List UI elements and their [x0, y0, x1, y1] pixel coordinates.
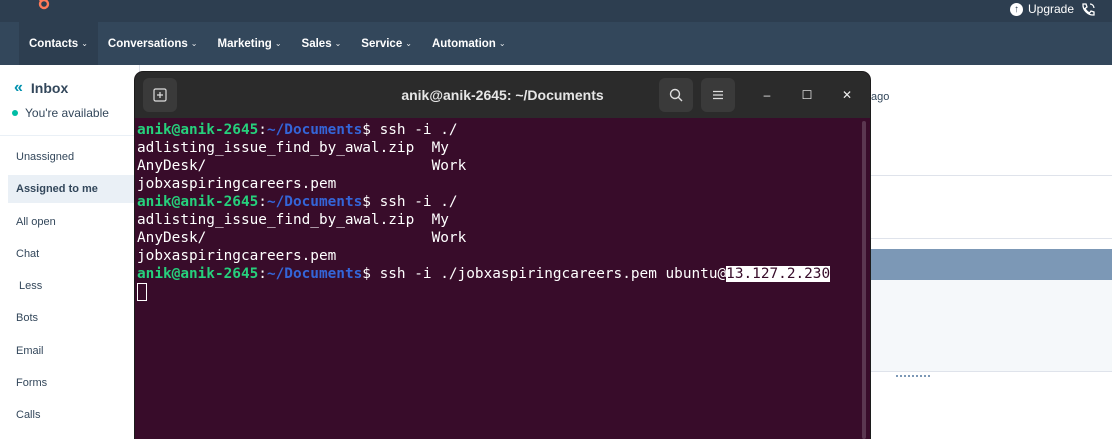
conversation-panel [871, 280, 1112, 372]
upgrade-arrow-icon: ↑ [1010, 2, 1023, 16]
sidebar-item-forms[interactable]: Forms [16, 377, 47, 389]
terminal-line [137, 283, 862, 301]
minimize-button[interactable]: – [757, 85, 777, 105]
availability-status[interactable]: You're available [12, 106, 109, 120]
sidebar-item-chat[interactable]: Chat [16, 248, 39, 260]
terminal-line: jobxaspiringcareers.pem [137, 248, 337, 264]
sidebar-item-bots[interactable]: Bots [16, 312, 38, 324]
minimize-icon: – [763, 88, 771, 102]
sidebar-item-less[interactable]: Less [19, 280, 42, 292]
chevron-down-icon: ⌄ [334, 39, 342, 48]
inbox-title: Inbox [30, 80, 69, 96]
search-button[interactable] [659, 78, 693, 112]
text-cursor [137, 283, 147, 301]
new-tab-icon [153, 88, 167, 102]
nav-conversations[interactable]: Conversations ⌄ [98, 22, 208, 65]
chevron-down-icon: ⌄ [405, 39, 412, 48]
nav-label: Automation [431, 37, 496, 50]
selected-conversation-row[interactable] [871, 249, 1112, 280]
hubspot-logo-icon[interactable] [34, 0, 54, 14]
selected-ip-text: 13.127.2.230 [726, 266, 831, 282]
divider [871, 238, 1112, 239]
terminal-line: AnyDesk/ Work [137, 230, 467, 246]
chevron-down-icon: ⌄ [498, 39, 506, 48]
nav-service[interactable]: Service ⌄ [351, 22, 422, 65]
upgrade-label: Upgrade [1028, 2, 1075, 16]
nav-label: Marketing [217, 37, 272, 50]
nav-label: Sales [301, 37, 332, 50]
sidebar-item-calls[interactable]: Calls [16, 409, 40, 421]
nav-label: Contacts [29, 37, 79, 50]
maximize-button[interactable]: ☐ [797, 85, 817, 105]
status-dot-icon [12, 110, 18, 116]
terminal-line: adlisting_issue_find_by_awal.zip My [137, 140, 449, 156]
phone-icon[interactable] [1080, 2, 1096, 18]
upgrade-button[interactable]: ↑ Upgrade [1010, 2, 1074, 16]
terminal-line: jobxaspiringcareers.pem [137, 176, 337, 192]
terminal-line: anik@anik-2645:~/Documents$ ssh -i ./job… [137, 266, 831, 282]
terminal-line: anik@anik-2645:~/Documents$ ssh -i ./ [137, 122, 458, 138]
terminal-output[interactable]: anik@anik-2645:~/Documents$ ssh -i ./ adl… [137, 121, 862, 301]
nav-automation[interactable]: Automation ⌄ [422, 22, 516, 65]
terminal-scrollbar[interactable] [862, 121, 866, 439]
collapse-sidebar-icon[interactable]: « [14, 79, 23, 97]
sidebar-item-unassigned[interactable]: Unassigned [16, 151, 74, 163]
nav-marketing[interactable]: Marketing ⌄ [208, 22, 292, 65]
menu-button[interactable] [701, 78, 735, 112]
close-button[interactable]: ✕ [837, 85, 857, 105]
terminal-line: anik@anik-2645:~/Documents$ ssh -i ./ [137, 194, 458, 210]
main-nav: Contacts ⌄ Conversations ⌄ Marketing ⌄ Sale… [0, 22, 1112, 65]
sidebar-item-email[interactable]: Email [16, 345, 44, 357]
nav-sales[interactable]: Sales ⌄ [292, 22, 352, 65]
availability-label: You're available [25, 106, 109, 120]
hamburger-menu-icon [713, 90, 723, 100]
divider [871, 371, 1112, 372]
close-icon: ✕ [841, 88, 853, 102]
sidebar-item-all-open[interactable]: All open [16, 216, 56, 228]
chevron-down-icon: ⌄ [274, 39, 282, 48]
divider [0, 135, 140, 136]
top-bar: ↑ Upgrade [0, 0, 1112, 22]
terminal-line: AnyDesk/ Work [137, 158, 467, 174]
search-icon [669, 88, 683, 102]
terminal-line: adlisting_issue_find_by_awal.zip My [137, 212, 449, 228]
time-ago-text: ago [871, 91, 890, 103]
new-tab-button[interactable] [143, 78, 177, 112]
chevron-down-icon: ⌄ [81, 39, 88, 48]
drag-handle-icon[interactable] [896, 375, 930, 379]
terminal-window[interactable]: anik@anik-2645: ~/Documents – ☐ ✕ anik@a… [135, 72, 870, 439]
inbox-header: « Inbox [14, 79, 68, 97]
terminal-titlebar[interactable]: anik@anik-2645: ~/Documents – ☐ ✕ [135, 72, 870, 118]
nav-contacts[interactable]: Contacts ⌄ [19, 22, 98, 65]
sidebar-item-assigned-to-me[interactable]: Assigned to me [8, 175, 140, 203]
nav-label: Conversations [107, 37, 188, 50]
divider [871, 175, 1112, 176]
inbox-sidebar: « Inbox You're available Unassigned Assi… [0, 65, 140, 439]
nav-label: Service [361, 37, 403, 50]
chevron-down-icon: ⌄ [190, 39, 198, 48]
maximize-icon: ☐ [801, 88, 813, 102]
